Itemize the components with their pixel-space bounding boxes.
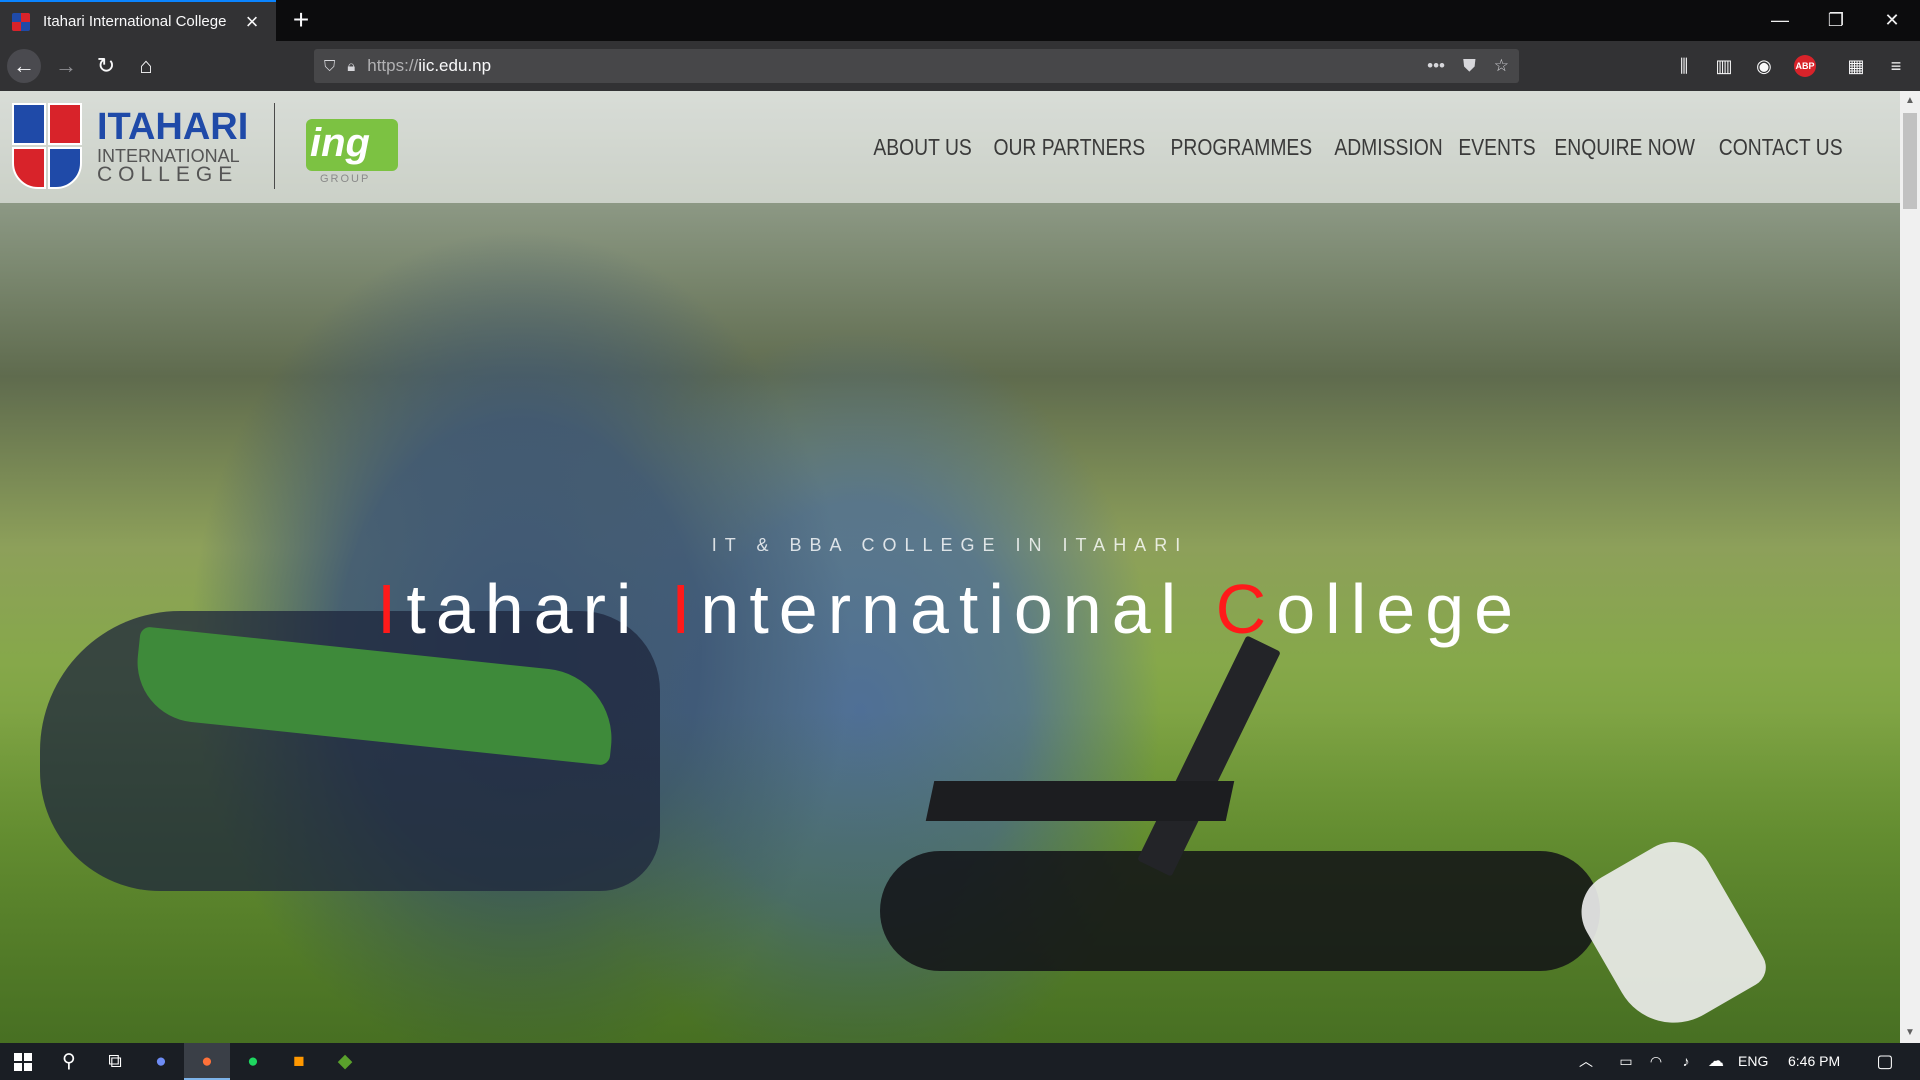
page-actions-icon[interactable]: •••	[1427, 56, 1445, 76]
library-icon[interactable]: ⫼	[1670, 53, 1698, 79]
hero-title-initial: I	[376, 570, 407, 648]
hero-photo-student-female	[880, 851, 1600, 971]
nav-enquire-now[interactable]: ENQUIRE NOW	[1555, 134, 1696, 161]
wifi-icon[interactable]: ◠	[1642, 1043, 1670, 1080]
sidebar-icon[interactable]: ▥	[1710, 53, 1738, 79]
site-favicon-icon	[12, 12, 30, 31]
url-text[interactable]: https://iic.edu.np	[367, 56, 1409, 76]
clock[interactable]: 6:46 PM	[1788, 1043, 1840, 1080]
browser-tab[interactable]: Itahari International College ×	[0, 0, 276, 41]
hero-title-initial: C	[1215, 570, 1277, 648]
college-crest-icon	[12, 103, 84, 193]
minimize-button[interactable]: —	[1752, 0, 1808, 41]
windows-logo-icon	[14, 1052, 32, 1071]
spotify-icon[interactable]: ●	[230, 1043, 276, 1080]
volume-icon[interactable]: ♪	[1672, 1043, 1700, 1080]
hero-tagline: IT & BBA COLLEGE IN ITAHARI	[711, 535, 1189, 555]
nav-events[interactable]: EVENTS	[1459, 134, 1536, 161]
hero-title: Itahari International College	[376, 570, 1524, 648]
logo-divider	[274, 103, 275, 189]
hero-photo-laptop	[925, 781, 1235, 821]
ing-group-logo[interactable]: ing GROUP	[306, 119, 398, 185]
window-controls: — ❐ ✕	[1752, 0, 1920, 41]
nav-contact-us[interactable]: CONTACT US	[1718, 134, 1842, 161]
page-scrollbar[interactable]: ▲ ▼	[1900, 91, 1920, 1043]
tab-title: Itahari International College	[43, 13, 227, 30]
extensions-icon[interactable]: ▦	[1842, 53, 1870, 79]
nav-our-partners[interactable]: OUR PARTNERS	[993, 134, 1145, 161]
tracking-protection-icon[interactable]: ⛉	[324, 58, 335, 75]
minecraft-icon[interactable]: ◆	[322, 1043, 368, 1080]
back-button[interactable]: ←	[7, 49, 41, 83]
adblock-plus-icon[interactable]: ABP	[1794, 55, 1816, 77]
browser-toolbar: ← → ↻ ⌂ ⛉ 🔒︎ https://iic.edu.np ••• ⛊ ☆ …	[0, 41, 1920, 91]
scrollbar-thumb[interactable]	[1903, 113, 1917, 209]
new-tab-button[interactable]: +	[286, 5, 316, 35]
url-host: iic.edu.np	[418, 56, 492, 75]
main-navigation: ABOUT US OUR PARTNERS PROGRAMMES ADMISSI…	[866, 91, 1854, 203]
start-button[interactable]	[0, 1043, 46, 1080]
browser-tab-strip: Itahari International College × + — ❐ ✕	[0, 0, 1920, 41]
scroll-down-arrow-icon[interactable]: ▼	[1900, 1023, 1920, 1043]
forward-button[interactable]: →	[49, 49, 83, 83]
bookmark-star-icon[interactable]: ☆	[1494, 56, 1509, 76]
url-protocol: https://	[367, 56, 419, 75]
sublime-text-icon[interactable]: ■	[276, 1043, 322, 1080]
menu-icon[interactable]: ≡	[1882, 53, 1910, 79]
college-logo[interactable]: ITAHARI INTERNATIONAL COLLEGE	[12, 103, 248, 193]
nav-admission[interactable]: ADMISSION	[1334, 134, 1442, 161]
battery-icon[interactable]: ▭	[1612, 1043, 1640, 1080]
pocket-icon[interactable]: ⛊	[1463, 56, 1476, 76]
reload-button[interactable]: ↻	[89, 49, 123, 83]
close-tab-icon[interactable]: ×	[240, 10, 264, 33]
close-window-button[interactable]: ✕	[1864, 0, 1920, 41]
college-wordmark: ITAHARI INTERNATIONAL COLLEGE	[97, 106, 249, 186]
windows-taskbar: ⚲ ⧉ ● ● ● ■ ◆ ︿ ▭ ◠ ♪ ☁ ENG 6:46 PM ▢	[0, 1043, 1920, 1080]
account-icon[interactable]: ◉	[1750, 53, 1778, 79]
lock-icon[interactable]: 🔒︎	[347, 58, 355, 75]
hero-background-image: IT & BBA COLLEGE IN ITAHARI Itahari Inte…	[0, 91, 1900, 1043]
show-hidden-icons[interactable]: ︿	[1572, 1043, 1600, 1080]
language-indicator[interactable]: ENG	[1738, 1043, 1768, 1080]
address-bar[interactable]: ⛉ 🔒︎ https://iic.edu.np ••• ⛊ ☆	[314, 49, 1519, 83]
search-icon[interactable]: ⚲	[46, 1043, 92, 1080]
action-center-icon[interactable]: ▢	[1862, 1043, 1908, 1080]
firefox-dev-icon[interactable]: ●	[138, 1043, 184, 1080]
scroll-up-arrow-icon[interactable]: ▲	[1900, 91, 1920, 111]
restore-button[interactable]: ❐	[1808, 0, 1864, 41]
home-button[interactable]: ⌂	[129, 49, 163, 83]
page-viewport: IT & BBA COLLEGE IN ITAHARI Itahari Inte…	[0, 91, 1920, 1043]
nav-about-us[interactable]: ABOUT US	[873, 134, 971, 161]
firefox-icon[interactable]: ●	[184, 1043, 230, 1080]
onedrive-icon[interactable]: ☁	[1702, 1043, 1730, 1080]
site-header: ITAHARI INTERNATIONAL COLLEGE ing GROUP …	[0, 91, 1900, 203]
task-view-icon[interactable]: ⧉	[92, 1043, 138, 1080]
nav-programmes[interactable]: PROGRAMMES	[1171, 134, 1313, 161]
hero-title-initial: I	[670, 570, 701, 648]
